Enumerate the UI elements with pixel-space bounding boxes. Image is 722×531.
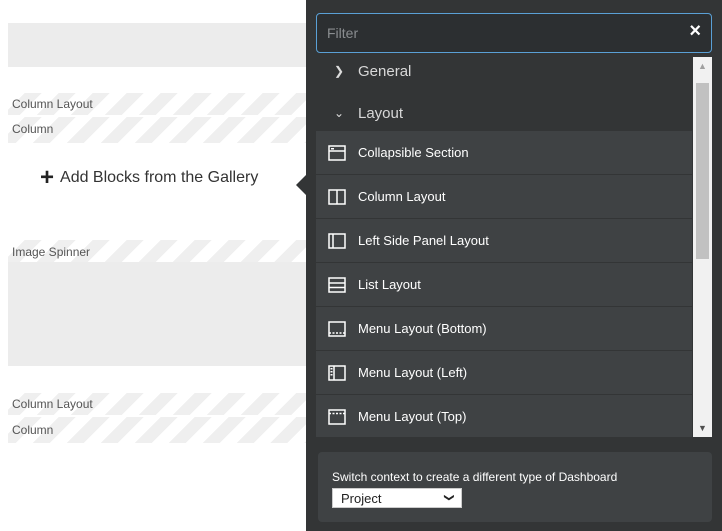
gallery-item-label: Left Side Panel Layout	[358, 233, 489, 248]
category-label: Layout	[358, 104, 404, 122]
image-spinner-area	[8, 262, 308, 366]
gallery-item-label: Menu Layout (Left)	[358, 365, 468, 380]
column-label-2: Column	[12, 423, 54, 437]
filter-input[interactable]	[325, 24, 669, 42]
gallery-item-label: Column Layout	[358, 189, 446, 204]
menu-left-icon	[328, 364, 346, 381]
column-layout-icon	[328, 188, 346, 205]
image-spinner-label: Image Spinner	[12, 245, 91, 259]
add-blocks-button[interactable]: + Add Blocks from the Gallery	[40, 164, 259, 191]
menu-bottom-icon	[328, 320, 346, 337]
context-select-value: Project	[341, 490, 382, 506]
category-layout[interactable]: ⌄ Layout	[316, 99, 692, 127]
gallery-item-menu-layout-left[interactable]: Menu Layout (Left)	[316, 351, 692, 395]
gallery-item-menu-layout-bottom[interactable]: Menu Layout (Bottom)	[316, 307, 692, 351]
gallery-item-column-layout[interactable]: Column Layout	[316, 175, 692, 219]
column-label: Column	[12, 122, 54, 136]
column-layout-label-2: Column Layout	[12, 397, 93, 411]
menu-top-icon	[328, 408, 346, 425]
gallery-item-menu-layout-top[interactable]: Menu Layout (Top)	[316, 395, 692, 437]
scroll-thumb[interactable]	[696, 83, 709, 259]
gallery-item-label: Menu Layout (Bottom)	[358, 321, 487, 336]
category-label: General	[358, 62, 412, 80]
header-bar	[8, 23, 308, 67]
gallery-item-label: Collapsible Section	[358, 145, 469, 160]
column-layout-label: Column Layout	[12, 97, 93, 111]
panel-pointer	[296, 175, 306, 195]
list-layout-icon	[328, 276, 346, 293]
context-switcher: Switch context to create a different typ…	[318, 452, 712, 522]
category-general[interactable]: ❯ General	[316, 57, 692, 85]
add-blocks-label: Add Blocks from the Gallery	[60, 169, 259, 186]
list-scrollbar[interactable]: ▲ ▼	[693, 57, 712, 437]
chevron-down-icon: ⌄	[334, 106, 345, 120]
context-select[interactable]: Project ❮	[332, 488, 462, 508]
left-side-panel-icon	[328, 232, 346, 249]
gallery-item-left-side-panel-layout[interactable]: Left Side Panel Layout	[316, 219, 692, 263]
context-text: Switch context to create a different typ…	[332, 470, 618, 484]
scroll-down-icon[interactable]: ▼	[693, 423, 712, 433]
collapsible-section-icon	[328, 144, 346, 161]
scroll-up-icon[interactable]: ▲	[693, 61, 712, 71]
close-icon[interactable]: ×	[689, 20, 701, 43]
gallery-list[interactable]: ❯ General ⌄ Layout Collapsible Section C…	[316, 57, 692, 437]
plus-icon: +	[40, 164, 55, 191]
gallery-item-label: List Layout	[358, 277, 421, 292]
filter-box: ×	[316, 13, 712, 53]
chevron-down-icon: ❮	[443, 493, 455, 502]
gallery-item-collapsible-section[interactable]: Collapsible Section	[316, 131, 692, 175]
chevron-right-icon: ❯	[334, 64, 345, 78]
gallery-item-list-layout[interactable]: List Layout	[316, 263, 692, 307]
gallery-item-label: Menu Layout (Top)	[358, 409, 467, 424]
